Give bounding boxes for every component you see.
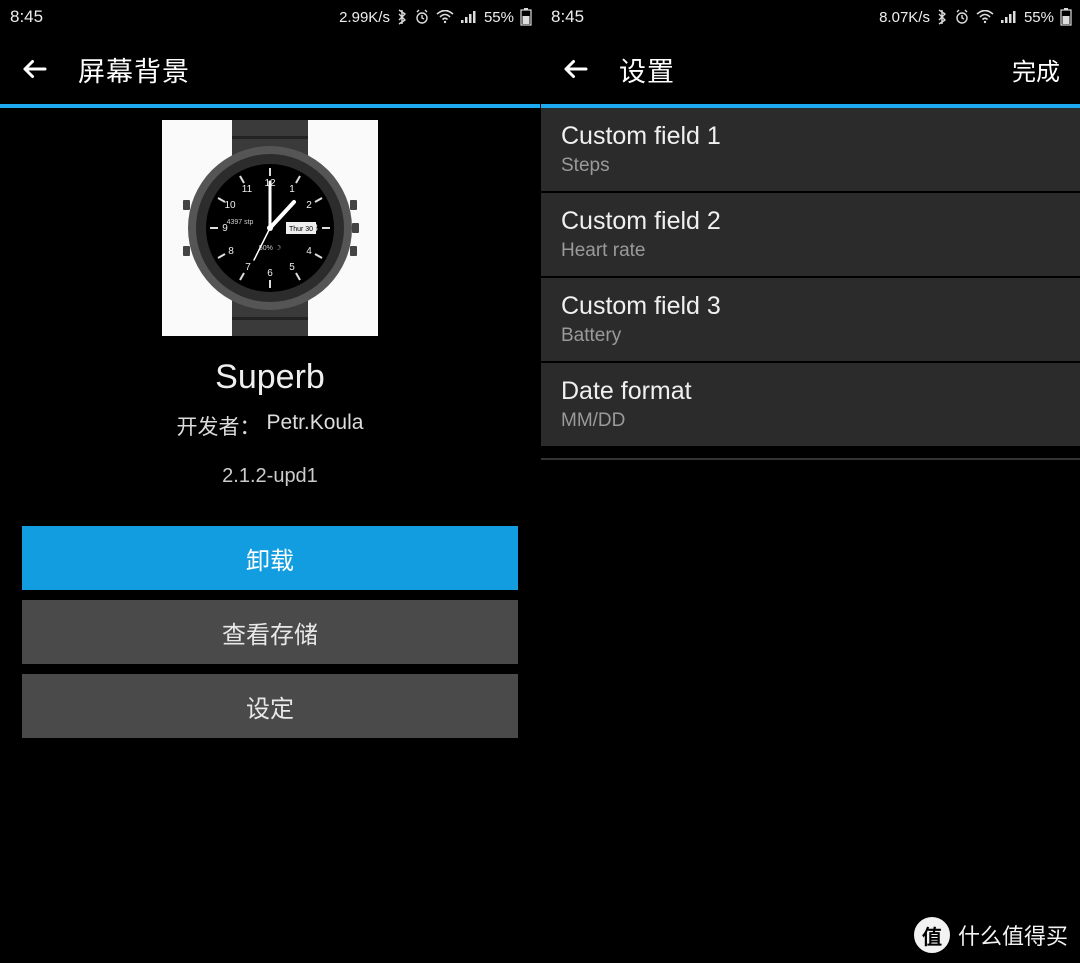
svg-text:5: 5	[289, 262, 295, 273]
developer-row: 开发者： Petr.Koula	[177, 411, 364, 441]
clock: 8:45	[551, 7, 584, 27]
svg-text:4: 4	[306, 246, 312, 257]
watchface-detail: 12 1 2 3 4 5 6 7 8 9 10 11 4397 stp	[0, 108, 540, 963]
settings-list: Custom field 1 Steps Custom field 2 Hear…	[541, 108, 1080, 460]
wifi-icon	[436, 10, 454, 24]
svg-text:4397 stp: 4397 stp	[227, 219, 254, 226]
back-icon[interactable]	[20, 54, 50, 84]
svg-text:2: 2	[306, 200, 312, 211]
uninstall-button[interactable]: 卸载	[22, 526, 518, 590]
svg-text:1: 1	[289, 184, 295, 195]
svg-text:10: 10	[224, 200, 236, 211]
battery-icon	[1060, 8, 1072, 26]
developer-name: Petr.Koula	[267, 411, 364, 441]
watermark: 值 什么值得买	[914, 917, 1068, 953]
bluetooth-icon	[936, 9, 948, 25]
svg-text:8: 8	[228, 246, 234, 257]
battery-pct: 55%	[484, 9, 514, 26]
setting-value: Heart rate	[561, 240, 1060, 262]
setting-date-format[interactable]: Date format MM/DD	[541, 363, 1080, 448]
setting-value: Battery	[561, 325, 1060, 347]
wifi-icon	[976, 10, 994, 24]
battery-pct: 55%	[1024, 9, 1054, 26]
net-speed: 2.99K/s	[339, 9, 390, 26]
app-bar-left: 屏幕背景	[0, 34, 540, 104]
bluetooth-icon	[396, 9, 408, 25]
alarm-icon	[954, 9, 970, 25]
setting-title: Date format	[561, 377, 1060, 406]
svg-text:11: 11	[242, 184, 253, 195]
net-speed: 8.07K/s	[879, 9, 930, 26]
setting-title: Custom field 1	[561, 122, 1060, 151]
setting-custom-field-2[interactable]: Custom field 2 Heart rate	[541, 193, 1080, 278]
setting-value: MM/DD	[561, 410, 1060, 432]
signal-icon	[1000, 10, 1018, 24]
setting-custom-field-3[interactable]: Custom field 3 Battery	[541, 278, 1080, 363]
page-title: 设置	[619, 50, 675, 89]
page-title: 屏幕背景	[78, 50, 190, 89]
svg-text:6: 6	[267, 268, 273, 279]
view-storage-button[interactable]: 查看存储	[22, 600, 518, 664]
watchface-name: Superb	[215, 358, 325, 397]
svg-text:7: 7	[245, 262, 251, 273]
settings-button[interactable]: 设定	[22, 674, 518, 738]
setting-value: Steps	[561, 155, 1060, 177]
status-bar-right: 8:45 8.07K/s 55%	[541, 0, 1080, 34]
battery-icon	[520, 8, 532, 26]
watermark-badge: 值	[914, 917, 950, 953]
setting-title: Custom field 2	[561, 207, 1060, 236]
signal-icon	[460, 10, 478, 24]
left-pane: 8:45 2.99K/s 55%	[0, 0, 540, 963]
status-bar-left: 8:45 2.99K/s 55%	[0, 0, 540, 34]
watermark-text: 什么值得买	[958, 919, 1068, 951]
version-label: 2.1.2-upd1	[222, 465, 318, 488]
back-icon[interactable]	[561, 54, 591, 84]
svg-text:Thur 30: Thur 30	[289, 226, 313, 233]
list-end-divider	[541, 458, 1080, 460]
alarm-icon	[414, 9, 430, 25]
right-pane: 8:45 8.07K/s 55%	[540, 0, 1080, 963]
setting-title: Custom field 3	[561, 292, 1060, 321]
app-bar-right: 设置 完成	[541, 34, 1080, 104]
done-button[interactable]: 完成	[1012, 52, 1060, 87]
setting-custom-field-1[interactable]: Custom field 1 Steps	[541, 108, 1080, 193]
developer-label: 开发者：	[177, 411, 261, 441]
clock: 8:45	[10, 7, 43, 27]
watchface-preview: 12 1 2 3 4 5 6 7 8 9 10 11 4397 stp	[162, 120, 378, 336]
